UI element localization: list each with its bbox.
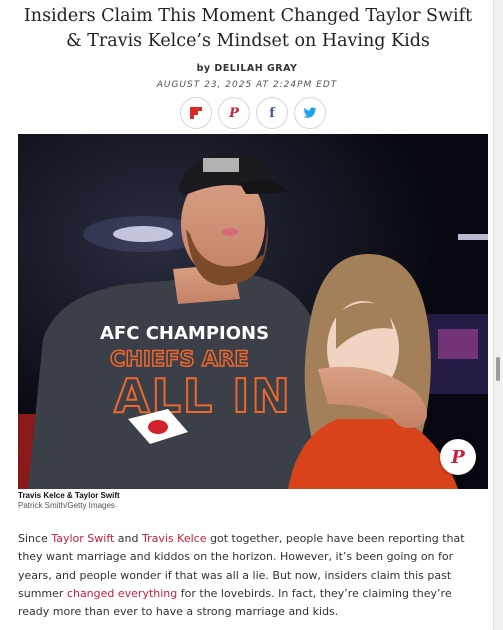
article: Insiders Claim This Moment Changed Taylo… [0,0,494,630]
changed-everything-link[interactable]: changed everything [67,587,177,600]
flipboard-icon [190,107,202,119]
shirt-text-line2: CHIEFS ARE [110,347,249,371]
hero-photo: AFC CHAMPIONS CHIEFS ARE ALL IN [18,134,488,489]
facebook-share-button[interactable]: f [256,97,288,129]
twitter-share-button[interactable] [294,97,326,129]
author-link[interactable]: DELILAH GRAY [214,63,297,74]
pin-image-button[interactable]: P [440,439,476,475]
byline: by DELILAH GRAY [0,63,494,74]
image-caption: Travis Kelce & Taylor Swift Patrick Smit… [18,491,488,511]
pinterest-share-button[interactable]: P [218,97,250,129]
twitter-icon [303,107,317,118]
byline-prefix: by [196,63,211,74]
body-text-2: and [114,532,143,545]
travis-kelce-link[interactable]: Travis Kelce [142,532,206,545]
shirt-text-line1: AFC CHAMPIONS [100,323,269,344]
article-headline: Insiders Claim This Moment Changed Taylo… [23,6,473,51]
hero-image: AFC CHAMPIONS CHIEFS ARE ALL IN P [18,134,488,489]
scrollbar-thumb[interactable] [496,357,500,381]
body-text-1: Since [18,532,52,545]
flipboard-share-button[interactable] [180,97,212,129]
publish-date: AUGUST 23, 2025 AT 2:24PM EDT [156,80,338,90]
pinterest-icon: P [229,105,239,121]
taylor-swift-link[interactable]: Taylor Swift [51,532,114,545]
facebook-icon: f [269,105,275,121]
share-bar: P f [180,97,326,129]
pinterest-pin-icon: P [451,446,465,468]
page-scrollbar[interactable] [493,0,503,630]
caption-title: Travis Kelce & Taylor Swift [18,491,120,500]
article-body-paragraph: Since Taylor Swift and Travis Kelce got … [18,530,480,621]
caption-credit: Patrick Smith/Getty Images [18,501,115,510]
shirt-text-line3: ALL IN [114,369,292,423]
